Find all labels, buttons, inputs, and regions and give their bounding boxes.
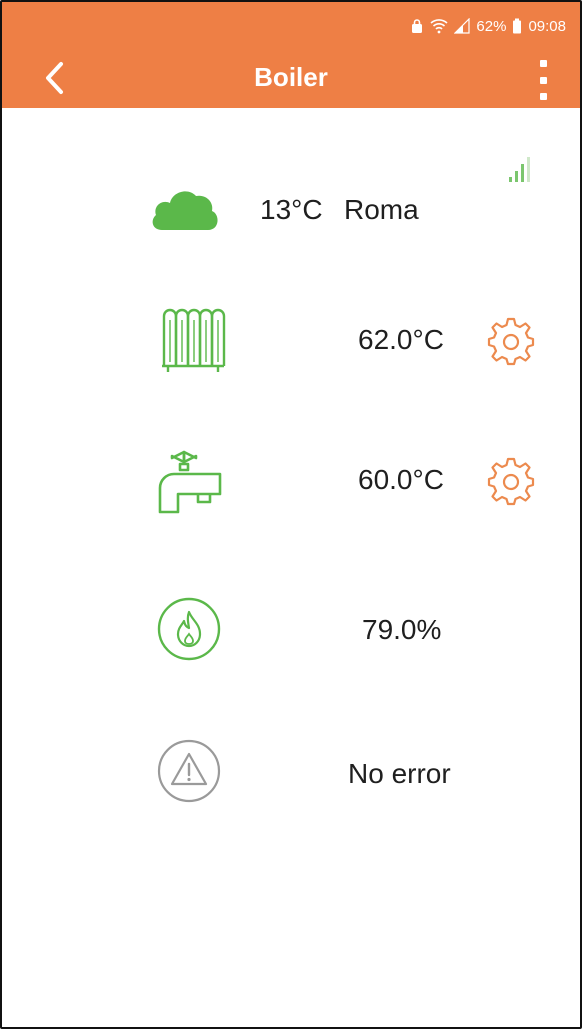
heating-row: 62.0°C	[2, 302, 580, 382]
status-bar: 62% 09:08	[410, 16, 566, 36]
warning-icon	[157, 739, 221, 803]
flame-icon	[157, 597, 221, 661]
heating-temperature: 62.0°C	[358, 324, 444, 355]
overflow-menu-button[interactable]	[532, 60, 554, 100]
status-time: 09:08	[528, 17, 566, 35]
weather-temperature: 13°C	[260, 194, 323, 225]
signal-strength-icon	[509, 152, 530, 182]
more-vert-dot	[539, 93, 547, 100]
battery-percent: 62%	[476, 17, 507, 35]
battery-icon	[513, 18, 522, 34]
wifi-icon	[430, 19, 448, 34]
hot-water-settings-gear-icon[interactable]	[486, 456, 536, 506]
weather-row: 13°C Roma	[2, 182, 580, 242]
signal-bar	[515, 171, 518, 182]
more-vert-icon	[539, 60, 547, 67]
error-row: No error	[2, 734, 580, 814]
lock-icon	[412, 19, 423, 33]
app-screen: 62% 09:08 Boiler 13°C Roma 62.0°C 60.0°C…	[0, 0, 582, 1029]
signal-bar	[527, 157, 530, 182]
weather-city: Roma	[344, 194, 419, 225]
faucet-icon	[158, 450, 222, 514]
more-vert-dot	[539, 76, 547, 84]
flame-row: 79.0%	[2, 592, 580, 672]
error-status: No error	[348, 758, 451, 789]
flame-modulation: 79.0%	[362, 614, 442, 645]
radiator-icon	[162, 308, 226, 372]
page-title: Boiler	[254, 62, 328, 92]
heating-settings-gear-icon[interactable]	[486, 316, 536, 366]
cloud-icon	[152, 191, 218, 230]
hot-water-temperature: 60.0°C	[358, 464, 444, 495]
app-bar: 62% 09:08 Boiler	[2, 2, 580, 108]
hot-water-row: 60.0°C	[2, 442, 580, 522]
signal-bar	[521, 164, 524, 182]
cell-signal-icon	[454, 18, 471, 34]
